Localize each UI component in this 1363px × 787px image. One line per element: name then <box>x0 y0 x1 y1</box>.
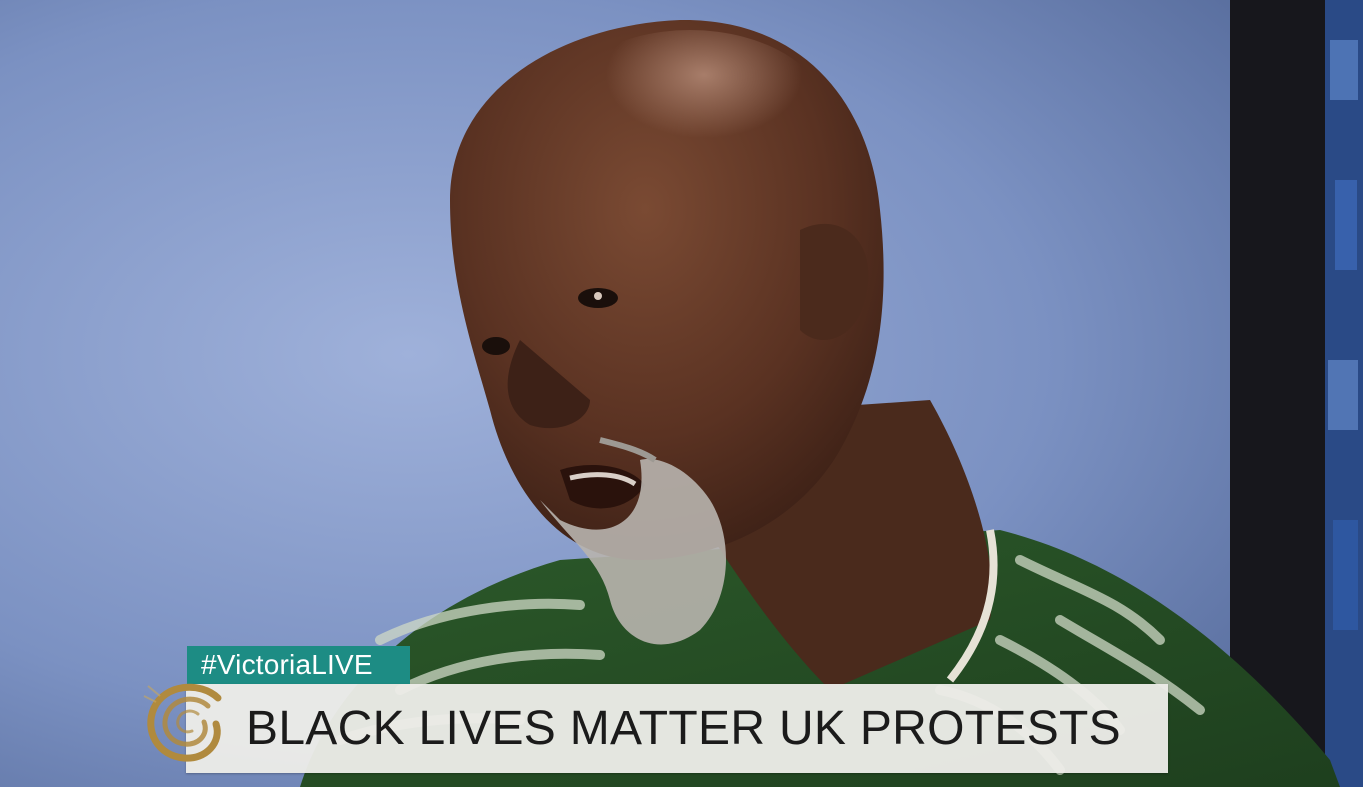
headline-text: BLACK LIVES MATTER UK PROTESTS <box>246 702 1121 755</box>
swirl-logo-icon <box>143 683 222 762</box>
right-eye <box>482 337 510 355</box>
studio-dark-panel <box>1230 0 1325 787</box>
